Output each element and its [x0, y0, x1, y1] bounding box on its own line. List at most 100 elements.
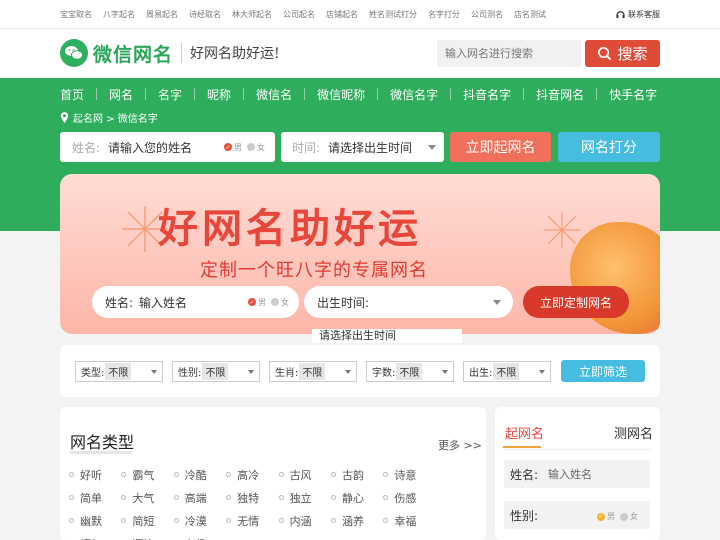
- name-type-link[interactable]: 大气: [121, 490, 173, 505]
- top-link[interactable]: 名字打分: [428, 9, 460, 20]
- name-type-link[interactable]: 古韵: [330, 467, 383, 482]
- breadcrumb-text[interactable]: 起名网 > 微信名字: [73, 110, 158, 125]
- filter-select[interactable]: 生肖: 不限: [269, 361, 357, 382]
- name-type-link[interactable]: 有趣: [174, 536, 226, 540]
- top-link[interactable]: 公司测名: [471, 9, 503, 20]
- nav-item[interactable]: 名字: [146, 86, 194, 103]
- nav-item[interactable]: 微信名: [244, 86, 304, 103]
- name-type-link[interactable]: 诗意: [383, 467, 435, 482]
- filter-value: 不限: [396, 363, 423, 380]
- name-type-link[interactable]: 冷酷: [173, 467, 226, 482]
- banner-name-field[interactable]: 姓名: 输入姓名 ✓ 男 女: [92, 286, 299, 318]
- nav-item[interactable]: 快手名字: [597, 86, 669, 103]
- name-type-link[interactable]: 古风: [278, 467, 331, 482]
- filter-button[interactable]: 立即筛选: [561, 360, 645, 382]
- chevron-down-icon: [248, 370, 254, 377]
- name-type-label: 冷酷: [184, 468, 207, 482]
- top-link[interactable]: 姓名测试打分: [369, 9, 417, 20]
- name-type-link[interactable]: 静心: [330, 490, 383, 505]
- male-label: 男: [607, 512, 615, 521]
- name-field[interactable]: 姓名: 请输入您的姓名 ✓ 男 女: [60, 132, 275, 162]
- name-type-link[interactable]: 好听: [69, 467, 121, 482]
- name-type-link[interactable]: 简单: [69, 490, 121, 505]
- nav-item[interactable]: 微信名字: [378, 86, 450, 103]
- tab-test-name[interactable]: 测网名: [614, 423, 653, 442]
- top-link[interactable]: 店铺起名: [326, 9, 358, 20]
- filter-select[interactable]: 性别: 不限: [172, 361, 260, 382]
- nav-item[interactable]: 抖音网名: [524, 86, 596, 103]
- radio-male-checked-icon[interactable]: ✓: [248, 298, 256, 306]
- wechat-icon: [60, 39, 88, 67]
- circle-bullet-icon: [173, 472, 179, 477]
- filter-select[interactable]: 类型: 不限: [75, 361, 163, 382]
- name-type-link[interactable]: 独立: [278, 490, 331, 505]
- name-type-link[interactable]: 独特: [226, 490, 278, 505]
- name-type-link[interactable]: 高端: [173, 490, 226, 505]
- banner-birth-time-select[interactable]: 出生时间:: [304, 286, 513, 318]
- name-type-label: 逗比: [132, 536, 154, 540]
- name-type-link[interactable]: 伤感: [383, 490, 435, 505]
- more-link[interactable]: 更多 >>: [438, 437, 482, 453]
- birth-time-select[interactable]: 时间: 请选择出生时间: [281, 132, 444, 162]
- name-type-label: 高端: [184, 491, 207, 505]
- nav-item[interactable]: 网名: [97, 86, 145, 103]
- top-link[interactable]: 八字起名: [103, 9, 135, 20]
- name-type-link[interactable]: 内涵: [278, 513, 331, 528]
- name-type-link[interactable]: 幸福: [383, 513, 435, 528]
- side-name-label: 姓名:: [510, 467, 539, 482]
- score-name-button[interactable]: 网名打分: [558, 132, 660, 162]
- top-link[interactable]: 宝宝取名: [60, 9, 92, 20]
- active-tab-underline: [503, 446, 541, 448]
- name-type-link[interactable]: 无情: [226, 513, 278, 528]
- name-type-label: 简短: [132, 514, 155, 528]
- name-type-label: 幽默: [80, 514, 102, 528]
- service-link[interactable]: 联系客服: [616, 9, 660, 20]
- radio-female-icon[interactable]: [247, 143, 255, 151]
- search-button[interactable]: 搜索: [585, 40, 660, 67]
- search-input[interactable]: [437, 40, 581, 67]
- filter-select[interactable]: 出生: 不限: [463, 361, 551, 382]
- name-type-link[interactable]: 幽默: [69, 513, 121, 528]
- nav-item[interactable]: 首页: [60, 86, 96, 103]
- gender-radios: ✓ 男 女: [224, 142, 265, 153]
- top-link[interactable]: 诗经取名: [189, 9, 221, 20]
- headset-icon: [616, 10, 625, 18]
- name-type-link[interactable]: 逗比: [121, 536, 173, 540]
- generate-name-button[interactable]: 立即起网名: [450, 132, 551, 162]
- main-nav: 首页 网名 名字 昵称 微信名 微信昵称 微信名字 抖音名字 抖音网名 快手名字: [60, 82, 669, 106]
- radio-male-checked-icon[interactable]: ✓: [597, 512, 605, 521]
- radio-female-icon[interactable]: [620, 512, 628, 521]
- name-type-link[interactable]: 冷漠: [173, 513, 226, 528]
- name-type-link[interactable]: 福气: [69, 536, 121, 540]
- nav-item[interactable]: 抖音名字: [451, 86, 523, 103]
- name-type-link[interactable]: 涵养: [330, 513, 383, 528]
- side-name-field[interactable]: 姓名: 输入姓名: [504, 460, 650, 488]
- radio-female-icon[interactable]: [271, 298, 279, 306]
- top-link[interactable]: 公司起名: [283, 9, 315, 20]
- radio-male-checked-icon[interactable]: ✓: [224, 143, 232, 151]
- section-title: 网名类型: [70, 433, 135, 452]
- nav-item[interactable]: 微信昵称: [305, 86, 377, 103]
- name-type-label: 内涵: [289, 514, 312, 528]
- name-type-link[interactable]: 简短: [121, 513, 173, 528]
- banner-submit-button[interactable]: 立即定制网名: [523, 286, 629, 318]
- top-bar: 宝宝取名 八字起名 周易起名 诗经取名 林大师起名 公司起名 店铺起名 姓名测试打分 名字打分公…: [0, 0, 720, 28]
- top-link[interactable]: 周易起名: [146, 9, 178, 20]
- tab-generate-name[interactable]: 起网名: [505, 423, 544, 442]
- name-type-link[interactable]: 高冷: [226, 467, 278, 482]
- filter-select[interactable]: 字数: 不限: [366, 361, 454, 382]
- top-link[interactable]: 林大师起名: [232, 9, 272, 20]
- chevron-down-icon: [442, 370, 448, 377]
- filter-value: 不限: [299, 363, 326, 380]
- name-type-label: 古风: [289, 468, 312, 482]
- name-type-label: 静心: [341, 491, 364, 505]
- top-link[interactable]: 店名测试: [514, 9, 546, 20]
- name-type-link[interactable]: 霸气: [121, 467, 173, 482]
- birth-time-dropdown-option[interactable]: 请选择出生时间: [312, 329, 462, 343]
- name-types-panel: 网名类型 更多 >> 好听 霸气 冷酷 高冷 古风 古韵 诗意简单 大气 高端 独特 独立 静心 伤感幽…: [60, 407, 486, 540]
- chevron-down-icon: [151, 370, 157, 377]
- site-logo[interactable]: 微信网名 好网名助好运!: [60, 39, 280, 67]
- female-label: 女: [281, 297, 289, 307]
- nav-item[interactable]: 昵称: [195, 86, 243, 103]
- banner-title: 好网名助好运: [158, 206, 422, 252]
